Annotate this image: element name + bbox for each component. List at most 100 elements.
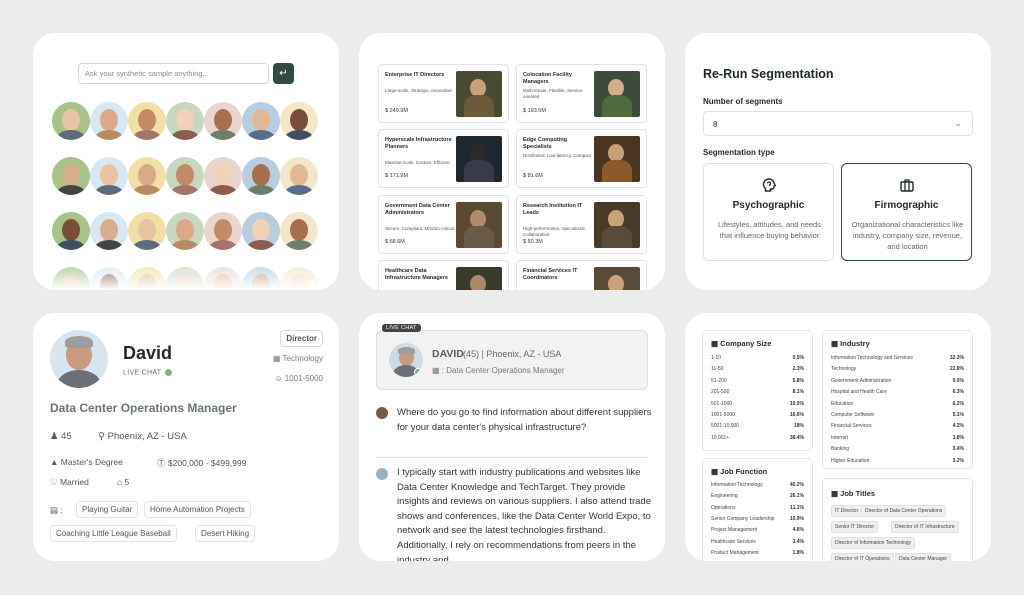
segment-desc: High-performance, Specialized, Collabora… <box>523 226 586 237</box>
answer-message: I typically start with industry publicat… <box>397 467 651 561</box>
segment-card[interactable]: Healthcare Data Infrastructure ManagersH… <box>378 260 509 290</box>
stat-row-value: 4.2% <box>952 423 964 430</box>
segment-image <box>456 267 502 290</box>
persona-avatar[interactable] <box>128 212 166 250</box>
stat-row-label: 201-500 <box>711 389 730 396</box>
segment-title: Hyperscale Infrastructure Planners <box>385 137 452 150</box>
segment-card[interactable]: Hyperscale Infrastructure Planners Massiv… <box>378 129 509 188</box>
segment-value: $ 249.9M <box>385 108 408 114</box>
stat-row-value: 0.5% <box>792 355 804 361</box>
persona-avatar[interactable] <box>90 212 128 250</box>
persona-avatar <box>50 330 108 388</box>
segment-card[interactable]: Enterprise IT Directors Large-scale, Stra… <box>378 64 509 123</box>
persona-avatar[interactable] <box>204 102 242 140</box>
job-title-tag: Senior IT Director <box>831 521 879 533</box>
income-field: Ⓣ $200,000 - $499,999 <box>157 458 247 468</box>
stat-row-value: 38.4% <box>789 434 804 441</box>
stat-row-value: 6.2% <box>952 400 964 407</box>
segment-card[interactable]: Edge Computing Specialists Distributed, L… <box>516 129 647 188</box>
persona-avatar[interactable] <box>242 157 280 195</box>
building-icon: ▦ <box>432 366 440 375</box>
persona-avatar[interactable] <box>242 212 280 250</box>
location-field: ⚲ Phoenix, AZ - USA <box>98 431 187 442</box>
segment-desc: Multi-tenant, Flexible, Service-oriented <box>523 88 584 99</box>
stat-row-label: Product Management <box>711 549 759 556</box>
stat-row-label: 11-50 <box>711 366 724 373</box>
persona-avatar[interactable] <box>52 157 90 195</box>
segment-card[interactable]: Colocation Facility Managers Multi-tenant… <box>516 64 647 123</box>
persona-role: Data Center Operations Manager <box>50 401 237 415</box>
segment-title: Enterprise IT Directors <box>385 72 445 78</box>
persona-avatar[interactable] <box>280 212 318 250</box>
hobbies-label: ▤ : <box>50 505 63 515</box>
segment-title: Edge Computing Specialists <box>523 137 567 150</box>
stat-row-value: 16.6% <box>789 412 804 418</box>
num-segments-select[interactable]: 8 ⌄ <box>703 111 973 136</box>
persona-avatar[interactable] <box>166 102 204 140</box>
sample-search-input[interactable]: Ask your synthetic sample anything... <box>78 63 269 84</box>
pin-icon: ⚲ <box>98 431 105 442</box>
briefcase-icon <box>900 179 914 192</box>
dollar-icon: Ⓣ <box>157 458 166 468</box>
chat-panel: DAVID (45) | Phoenix, AZ - USA ▦ : Data … <box>359 313 665 561</box>
stat-row-label: Banking <box>831 446 850 453</box>
segment-card[interactable]: Government Data Center Administrators Sec… <box>378 195 509 254</box>
persona-avatar[interactable] <box>90 102 128 140</box>
segment-card[interactable]: Financial Services IT CoordinatorsSecure… <box>516 260 647 290</box>
job-title-tag: IT Director <box>831 505 863 517</box>
stat-row-value: 6.3% <box>952 389 964 396</box>
stat-row-label: Information Technology and Services <box>831 355 913 361</box>
persona-avatar[interactable] <box>204 157 242 195</box>
segment-desc: Large-scale, Strategic, Innovative <box>385 88 452 93</box>
stat-row-value: 4.6% <box>792 527 804 534</box>
persona-avatar-small <box>376 468 388 480</box>
chat-persona-name: DAVID <box>432 348 464 360</box>
stat-row-label: Senior Company Leadership <box>711 515 775 522</box>
persona-avatar[interactable] <box>52 102 90 140</box>
job-title-tag: Director of IT Operations <box>831 553 894 561</box>
segment-title: Healthcare Data Infrastructure Managers <box>385 268 448 281</box>
persona-avatar[interactable] <box>128 102 166 140</box>
segment-image <box>594 267 640 290</box>
segment-title: Government Data Center Administrators <box>385 203 450 216</box>
stat-row-value: 3.8% <box>952 434 964 441</box>
num-segments-value: 8 <box>713 120 718 129</box>
household-field: ⌂ 5 <box>117 477 130 487</box>
home-icon: ⌂ <box>117 477 123 487</box>
enter-icon[interactable]: ↵ <box>273 63 294 84</box>
persona-avatar[interactable] <box>242 102 280 140</box>
age-field: ♟ 45 <box>50 431 72 442</box>
firmographic-option[interactable]: Firmographic Organizational characterist… <box>841 163 972 261</box>
stat-row-label: Government Administration <box>831 377 892 384</box>
marital-field: ♡ Married <box>50 477 89 487</box>
stat-row-value: 22.8% <box>949 366 964 373</box>
segment-card[interactable]: Research Institution IT Leads High-perfor… <box>516 195 647 254</box>
stat-row-label: 501-1000 <box>711 400 733 407</box>
persona-avatar[interactable] <box>166 157 204 195</box>
rerun-title: Re-Run Segmentation <box>703 67 834 81</box>
stats-panel: ▦ Company Size 1-10 0.5% 11-50 2.3% 51-200 5.… <box>685 313 991 561</box>
persona-avatar[interactable] <box>204 212 242 250</box>
psychographic-option[interactable]: Psychographic Lifestyles, attitudes, and… <box>703 163 834 261</box>
persona-avatar[interactable] <box>128 157 166 195</box>
job-title-tag: Director of Data Center Operations <box>861 505 947 517</box>
stat-row-value: 40.2% <box>789 482 804 488</box>
persona-avatar[interactable] <box>280 157 318 195</box>
chat-persona-role: ▦ : Data Center Operations Manager <box>432 366 565 375</box>
person-icon: ♟ <box>50 431 59 442</box>
persona-avatar[interactable] <box>280 102 318 140</box>
segment-value: $ 193.5M <box>523 108 546 114</box>
stat-row-value: 26.1% <box>789 493 804 500</box>
stat-row-label: 10,001+ <box>711 434 730 441</box>
firmographic-desc: Organizational characteristics like indu… <box>851 220 964 251</box>
persona-avatar[interactable] <box>90 157 128 195</box>
segment-title: Financial Services IT Coordinators <box>523 268 578 281</box>
stat-row-label: 5001-10,000 <box>711 423 740 430</box>
persona-avatar[interactable] <box>52 212 90 250</box>
persona-avatar[interactable] <box>166 212 204 250</box>
segment-image <box>594 136 640 182</box>
stat-row-label: Higher Education <box>831 457 870 464</box>
segment-desc: Distributed, Low-latency, Compact <box>523 153 592 158</box>
stat-row-label: Information Technology <box>711 482 763 488</box>
live-chat-status[interactable]: LIVE CHAT <box>123 369 173 376</box>
